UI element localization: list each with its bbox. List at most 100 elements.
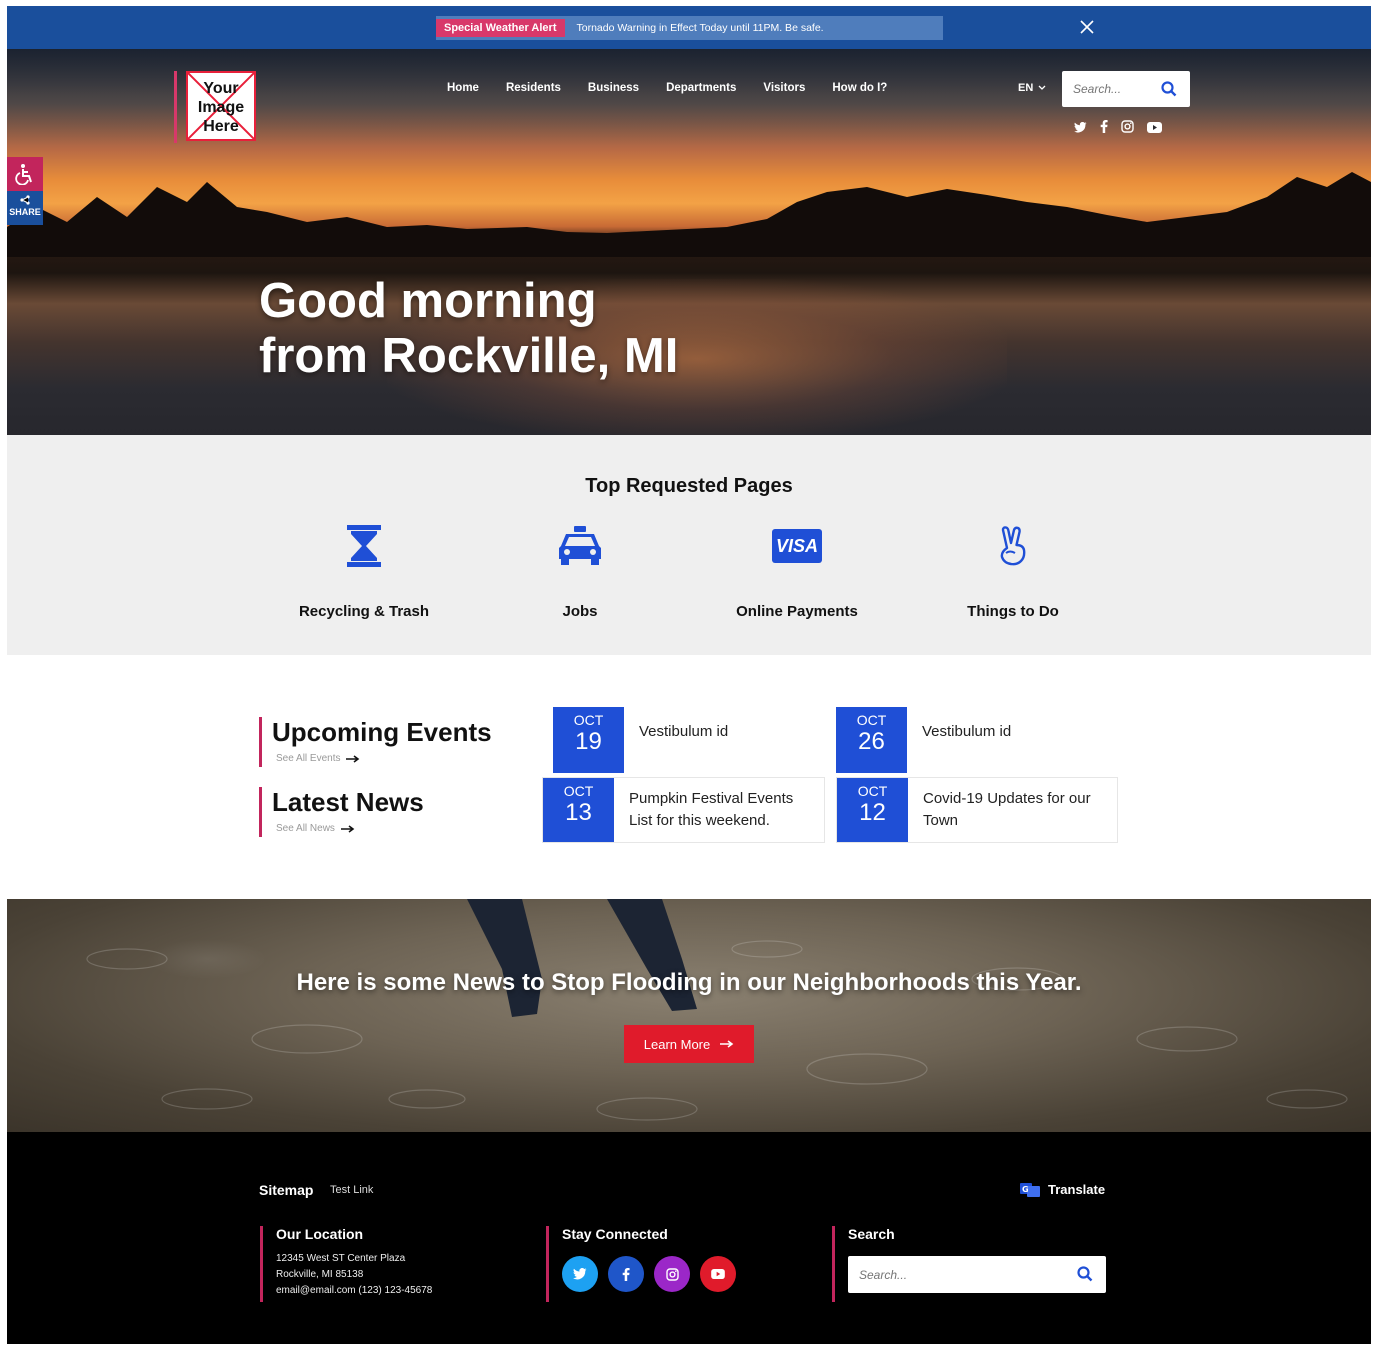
nav-item-home[interactable]: Home bbox=[447, 82, 479, 94]
car-icon bbox=[559, 526, 601, 565]
instagram-icon[interactable] bbox=[654, 1256, 690, 1292]
youtube-icon[interactable] bbox=[1147, 120, 1162, 138]
news-month: OCT bbox=[857, 783, 888, 799]
latest-news-heading: Latest News See All News bbox=[259, 787, 424, 837]
see-all-news-label: See All News bbox=[276, 823, 335, 834]
translate-link[interactable]: G Translate bbox=[1020, 1182, 1105, 1197]
nav-item-business[interactable]: Business bbox=[588, 82, 639, 94]
news-card[interactable]: OCT 13 Pumpkin Festival Events List for … bbox=[542, 777, 825, 843]
hero-line1: Good morning bbox=[259, 274, 597, 328]
logo-text: Your Image Here bbox=[197, 80, 245, 135]
quick-link-label: Recycling & Trash bbox=[298, 603, 430, 620]
quick-link-payments[interactable]: VISA Online Payments bbox=[697, 523, 897, 620]
news-title-line2: Town bbox=[923, 812, 959, 829]
quick-link-label: Online Payments bbox=[736, 603, 858, 620]
news-day: 12 bbox=[859, 799, 886, 826]
quick-link-label: Jobs bbox=[562, 603, 598, 620]
footer-search-input[interactable] bbox=[848, 1256, 1106, 1293]
connected-title: Stay Connected bbox=[562, 1226, 668, 1242]
alert-tag: Special Weather Alert bbox=[436, 19, 565, 37]
accessibility-button[interactable] bbox=[7, 157, 43, 191]
hourglass-icon bbox=[347, 525, 381, 567]
news-title: Pumpkin Festival Events List for this we… bbox=[614, 778, 793, 842]
news-date: OCT 13 bbox=[543, 778, 614, 842]
hero-line2: from Rockville, MI bbox=[259, 329, 679, 383]
news-title: Latest News bbox=[272, 787, 424, 817]
alert-text: Tornado Warning in Effect Today until 11… bbox=[576, 22, 824, 34]
peace-hand-icon bbox=[1000, 526, 1026, 566]
svg-text:G: G bbox=[1022, 1185, 1029, 1194]
footer-search-box bbox=[848, 1256, 1106, 1293]
quick-link-things-to-do[interactable]: Things to Do bbox=[913, 523, 1113, 620]
share-label: SHARE bbox=[9, 207, 41, 217]
facebook-icon[interactable] bbox=[1100, 120, 1108, 138]
footer-socials bbox=[562, 1256, 736, 1292]
site-logo[interactable]: Your Image Here bbox=[174, 71, 256, 143]
language-selector[interactable]: EN bbox=[1018, 82, 1046, 94]
arrow-right-icon bbox=[340, 824, 355, 833]
nav-item-visitors[interactable]: Visitors bbox=[763, 82, 805, 94]
arrow-right-icon bbox=[720, 1040, 734, 1048]
test-link[interactable]: Test Link bbox=[330, 1184, 373, 1196]
nav-item-residents[interactable]: Residents bbox=[506, 82, 561, 94]
event-card[interactable]: OCT 26 Vestibulum id bbox=[836, 707, 1118, 773]
news-title-line1: Pumpkin Festival Events bbox=[629, 790, 794, 807]
search-icon[interactable] bbox=[1161, 81, 1177, 102]
events-news-section: Upcoming Events See All Events Latest Ne… bbox=[7, 655, 1371, 899]
event-date: OCT 19 bbox=[553, 707, 624, 773]
event-title: Vestibulum id bbox=[922, 723, 1012, 740]
news-card[interactable]: OCT 12 Covid-19 Updates for our Town bbox=[836, 777, 1118, 843]
event-day: 19 bbox=[575, 728, 602, 755]
language-label: EN bbox=[1018, 82, 1034, 94]
nav-item-how-do-i[interactable]: How do I? bbox=[832, 82, 887, 94]
arrow-right-icon bbox=[346, 754, 360, 763]
learn-more-label: Learn More bbox=[643, 1036, 711, 1052]
sitemap-link[interactable]: Sitemap bbox=[259, 1182, 313, 1198]
youtube-icon[interactable] bbox=[700, 1256, 736, 1292]
main-nav: Home Residents Business Departments Visi… bbox=[447, 82, 914, 94]
close-icon[interactable] bbox=[1079, 19, 1095, 35]
learn-more-button[interactable]: Learn More bbox=[624, 1025, 754, 1063]
quick-link-jobs[interactable]: Jobs bbox=[480, 523, 680, 620]
rain-ripples bbox=[86, 940, 1348, 1121]
alert-box[interactable]: Special Weather Alert Tornado Warning in… bbox=[436, 16, 943, 40]
event-month: OCT bbox=[856, 712, 887, 728]
flood-headline: Here is some News to Stop Flooding in ou… bbox=[296, 969, 1082, 996]
event-card[interactable]: OCT 19 Vestibulum id bbox=[553, 707, 823, 773]
hero-banner: Your Image Here Home Residents Business … bbox=[7, 49, 1371, 435]
translate-label: Translate bbox=[1048, 1182, 1106, 1197]
see-all-events-link[interactable]: See All Events bbox=[276, 753, 492, 764]
footer-location: Our Location 12345 West ST Center Plaza … bbox=[260, 1226, 432, 1302]
facebook-icon[interactable] bbox=[608, 1256, 644, 1292]
quick-link-recycling[interactable]: Recycling & Trash bbox=[264, 523, 464, 620]
weather-alert-bar: Special Weather Alert Tornado Warning in… bbox=[7, 6, 1371, 49]
nav-item-departments[interactable]: Departments bbox=[666, 82, 736, 94]
instagram-icon[interactable] bbox=[1121, 120, 1134, 138]
address: 12345 West ST Center Plaza Rockville, MI… bbox=[276, 1251, 432, 1299]
address-line1: 12345 West ST Center Plaza bbox=[276, 1253, 406, 1264]
news-date: OCT 12 bbox=[837, 778, 908, 842]
see-all-news-link[interactable]: See All News bbox=[276, 823, 424, 834]
top-requested-section: Top Requested Pages Recycling & Trash Jo… bbox=[7, 435, 1371, 655]
site-footer: Sitemap Test Link G Translate Our Locati… bbox=[7, 1132, 1371, 1344]
search-title: Search bbox=[848, 1226, 895, 1242]
address-line3: email@email.com (123) 123-45678 bbox=[276, 1285, 433, 1296]
wheelchair-icon bbox=[15, 164, 32, 185]
translate-icon: G bbox=[1020, 1182, 1040, 1197]
see-all-events-label: See All Events bbox=[276, 753, 341, 764]
logo-placeholder: Your Image Here bbox=[186, 71, 256, 141]
twitter-icon[interactable] bbox=[562, 1256, 598, 1292]
share-button[interactable]: SHARE bbox=[7, 191, 43, 225]
news-month: OCT bbox=[563, 783, 594, 799]
page: Special Weather Alert Tornado Warning in… bbox=[7, 6, 1371, 1344]
event-month: OCT bbox=[573, 712, 604, 728]
event-day: 26 bbox=[858, 728, 885, 755]
footer-search: Search bbox=[832, 1226, 1106, 1302]
header-search bbox=[1062, 71, 1190, 107]
twitter-icon[interactable] bbox=[1074, 120, 1087, 138]
search-icon[interactable] bbox=[1077, 1266, 1093, 1287]
treeline-silhouette bbox=[7, 172, 1371, 257]
event-date: OCT 26 bbox=[836, 707, 907, 773]
events-title: Upcoming Events bbox=[272, 717, 492, 747]
visa-icon: VISA bbox=[772, 529, 822, 563]
